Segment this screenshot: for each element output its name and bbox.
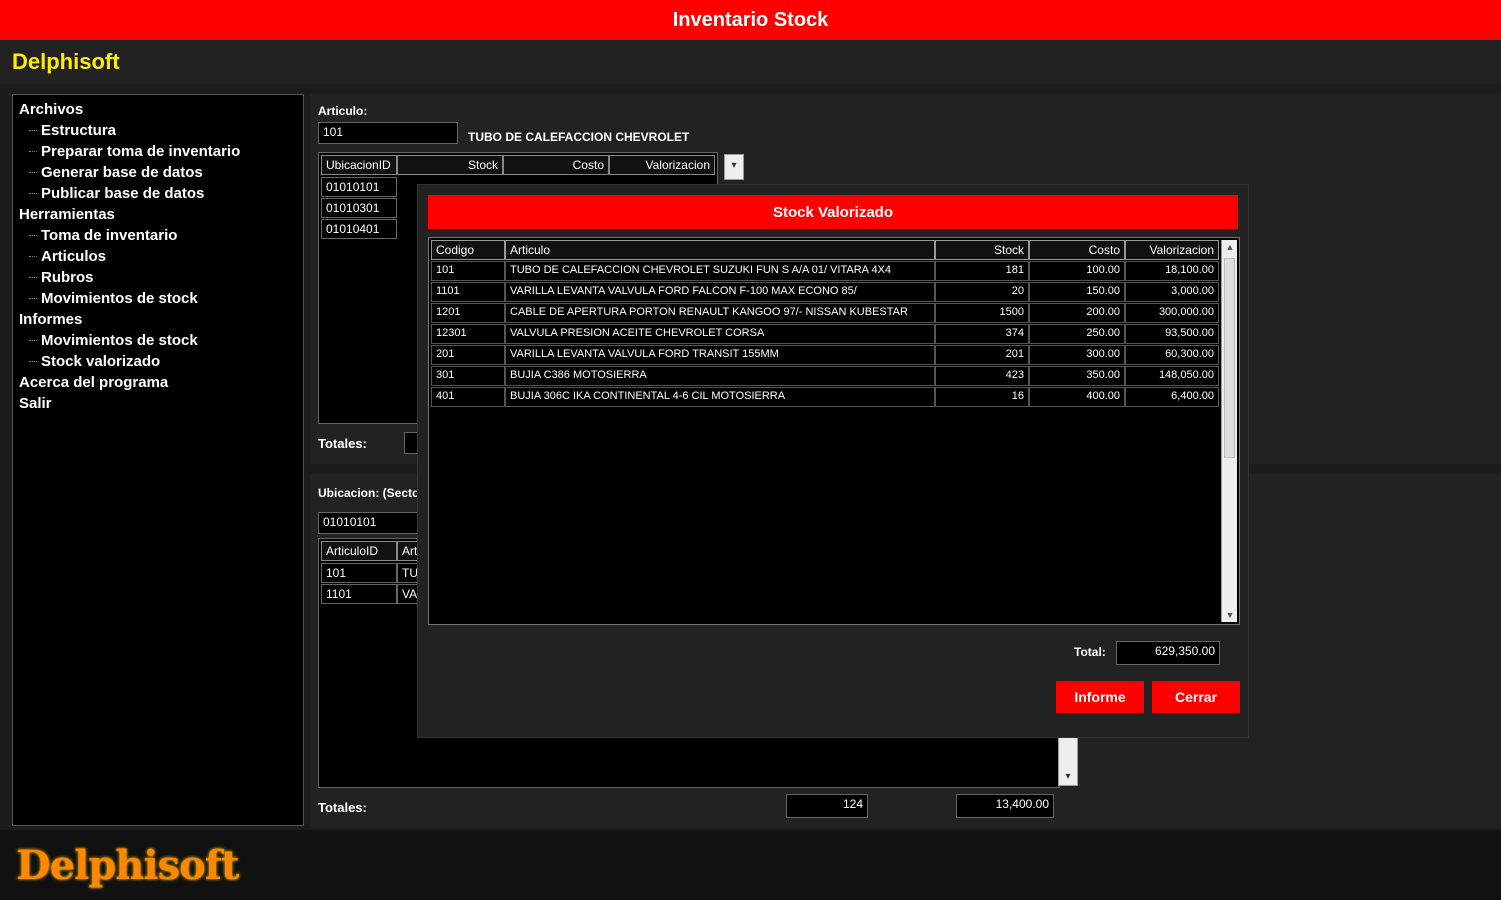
table-cell[interactable]: 93,500.00 bbox=[1125, 324, 1219, 344]
totales-label-2: Totales: bbox=[318, 800, 367, 815]
navigation-tree: Archivos Estructura Preparar toma de inven… bbox=[12, 94, 304, 826]
column-header[interactable]: Valorizacion bbox=[1125, 240, 1219, 260]
column-header[interactable]: Stock bbox=[935, 240, 1029, 260]
tree-item[interactable]: Movimientos de stock bbox=[19, 288, 297, 309]
main-content: Archivos Estructura Preparar toma de inven… bbox=[0, 84, 1501, 830]
table-cell[interactable]: 201 bbox=[431, 345, 505, 365]
brand-name: Delphisoft bbox=[12, 49, 120, 74]
table-cell[interactable]: 301 bbox=[431, 366, 505, 386]
total-valor-field: 13,400.00 bbox=[956, 794, 1054, 818]
column-header[interactable]: Codigo bbox=[431, 240, 505, 260]
tree-item[interactable]: Informes bbox=[19, 309, 297, 330]
tree-item[interactable]: Toma de inventario bbox=[19, 225, 297, 246]
table-cell[interactable]: 60,300.00 bbox=[1125, 345, 1219, 365]
table-cell[interactable]: VARILLA LEVANTA VALVULA FORD FALCON F-10… bbox=[505, 282, 935, 302]
table-cell[interactable]: TUBO DE CALEFACCION CHEVROLET SUZUKI FUN… bbox=[505, 261, 935, 281]
tree-item[interactable]: Archivos bbox=[19, 99, 297, 120]
table-cell[interactable]: 100.00 bbox=[1029, 261, 1125, 281]
table-cell[interactable]: BUJIA C386 MOTOSIERRA bbox=[505, 366, 935, 386]
table-cell[interactable]: 20 bbox=[935, 282, 1029, 302]
table-cell[interactable]: 423 bbox=[935, 366, 1029, 386]
brand-bar: Delphisoft bbox=[0, 40, 1501, 84]
tree-item[interactable]: Acerca del programa bbox=[19, 372, 297, 393]
table-cell[interactable]: VARILLA LEVANTA VALVULA FORD TRANSIT 155… bbox=[505, 345, 935, 365]
dialog-title: Stock Valorizado bbox=[428, 195, 1238, 229]
table-cell[interactable]: 150.00 bbox=[1029, 282, 1125, 302]
table-cell[interactable]: 3,000.00 bbox=[1125, 282, 1219, 302]
column-header[interactable]: ArticuloID bbox=[321, 541, 397, 561]
table-cell[interactable]: 300,000.00 bbox=[1125, 303, 1219, 323]
articulo-label: Articulo: bbox=[318, 104, 368, 118]
table-cell[interactable]: 1101 bbox=[321, 584, 397, 604]
table-cell[interactable]: 200.00 bbox=[1029, 303, 1125, 323]
ubicacion-label: Ubicacion: (Secto bbox=[318, 486, 420, 500]
table-cell[interactable]: 12301 bbox=[431, 324, 505, 344]
window-title: Inventario Stock bbox=[672, 8, 829, 31]
column-header[interactable]: Costo bbox=[1029, 240, 1125, 260]
table-cell[interactable]: 6,400.00 bbox=[1125, 387, 1219, 407]
table-cell[interactable]: 16 bbox=[935, 387, 1029, 407]
stock-valorizado-grid[interactable]: Codigo Articulo Stock Costo Valorizacion… bbox=[428, 237, 1240, 625]
column-header[interactable]: Articulo bbox=[505, 240, 935, 260]
table-cell[interactable]: 1201 bbox=[431, 303, 505, 323]
table-cell[interactable]: 400.00 bbox=[1029, 387, 1125, 407]
column-header[interactable]: Costo bbox=[503, 155, 609, 175]
table-cell[interactable]: 350.00 bbox=[1029, 366, 1125, 386]
table-cell[interactable]: 18,100.00 bbox=[1125, 261, 1219, 281]
table-cell[interactable]: 250.00 bbox=[1029, 324, 1125, 344]
table-cell[interactable]: 374 bbox=[935, 324, 1029, 344]
total-label: Total: bbox=[1074, 645, 1106, 659]
table-cell[interactable]: 201 bbox=[935, 345, 1029, 365]
table-cell[interactable]: 1500 bbox=[935, 303, 1029, 323]
tree-item[interactable]: Herramientas bbox=[19, 204, 297, 225]
stock-valorizado-dialog: Stock Valorizado Codigo Articulo Stock C… bbox=[417, 184, 1249, 738]
articulo-code-input[interactable]: 101 bbox=[318, 122, 458, 144]
tree-item[interactable]: Movimientos de stock bbox=[19, 330, 297, 351]
tree-item[interactable]: Stock valorizado bbox=[19, 351, 297, 372]
chevron-down-icon[interactable]: ▾ bbox=[724, 154, 744, 180]
scroll-down-icon[interactable]: ▼ bbox=[1222, 608, 1238, 622]
tree-item[interactable]: Estructura bbox=[19, 120, 297, 141]
articulo-description: TUBO DE CALEFACCION CHEVROLET bbox=[468, 130, 690, 144]
table-cell[interactable]: 01010301 bbox=[321, 198, 397, 218]
table-cell[interactable]: CABLE DE APERTURA PORTON RENAULT KANGOO … bbox=[505, 303, 935, 323]
scroll-down-icon[interactable]: ▾ bbox=[1058, 736, 1078, 786]
window-title-bar: Inventario Stock bbox=[0, 0, 1501, 40]
table-cell[interactable]: 101 bbox=[321, 563, 397, 583]
vertical-scrollbar[interactable]: ▲ ▼ bbox=[1221, 240, 1237, 622]
total-stock-field: 124 bbox=[786, 794, 868, 818]
scroll-thumb[interactable] bbox=[1224, 258, 1235, 458]
table-cell[interactable]: BUJIA 306C IKA CONTINENTAL 4-6 CIL MOTOS… bbox=[505, 387, 935, 407]
tree-item[interactable]: Preparar toma de inventario bbox=[19, 141, 297, 162]
cerrar-button[interactable]: Cerrar bbox=[1152, 681, 1240, 713]
table-cell[interactable]: 300.00 bbox=[1029, 345, 1125, 365]
table-cell[interactable]: 101 bbox=[431, 261, 505, 281]
table-cell[interactable]: 01010101 bbox=[321, 177, 397, 197]
tree-item[interactable]: Salir bbox=[19, 393, 297, 414]
tree-item[interactable]: Generar base de datos bbox=[19, 162, 297, 183]
footer: Delphisoft bbox=[0, 830, 1501, 900]
table-cell[interactable]: 181 bbox=[935, 261, 1029, 281]
tree-item[interactable]: Publicar base de datos bbox=[19, 183, 297, 204]
totales-label: Totales: bbox=[318, 436, 367, 451]
ubicacion-code-input[interactable]: 01010101 bbox=[318, 512, 418, 534]
scroll-up-icon[interactable]: ▲ bbox=[1222, 240, 1238, 254]
column-header[interactable]: Stock bbox=[397, 155, 503, 175]
tree-item[interactable]: Articulos bbox=[19, 246, 297, 267]
table-cell[interactable]: 1101 bbox=[431, 282, 505, 302]
table-cell[interactable]: 401 bbox=[431, 387, 505, 407]
tree-item[interactable]: Rubros bbox=[19, 267, 297, 288]
table-cell[interactable]: VALVULA PRESION ACEITE CHEVROLET CORSA bbox=[505, 324, 935, 344]
table-cell[interactable]: 01010401 bbox=[321, 219, 397, 239]
informe-button[interactable]: Informe bbox=[1056, 681, 1144, 713]
footer-logo: Delphisoft bbox=[16, 842, 239, 889]
total-value-field: 629,350.00 bbox=[1116, 641, 1220, 665]
column-header[interactable]: UbicacionID bbox=[321, 155, 397, 175]
table-cell[interactable]: 148,050.00 bbox=[1125, 366, 1219, 386]
column-header[interactable]: Valorizacion bbox=[609, 155, 715, 175]
